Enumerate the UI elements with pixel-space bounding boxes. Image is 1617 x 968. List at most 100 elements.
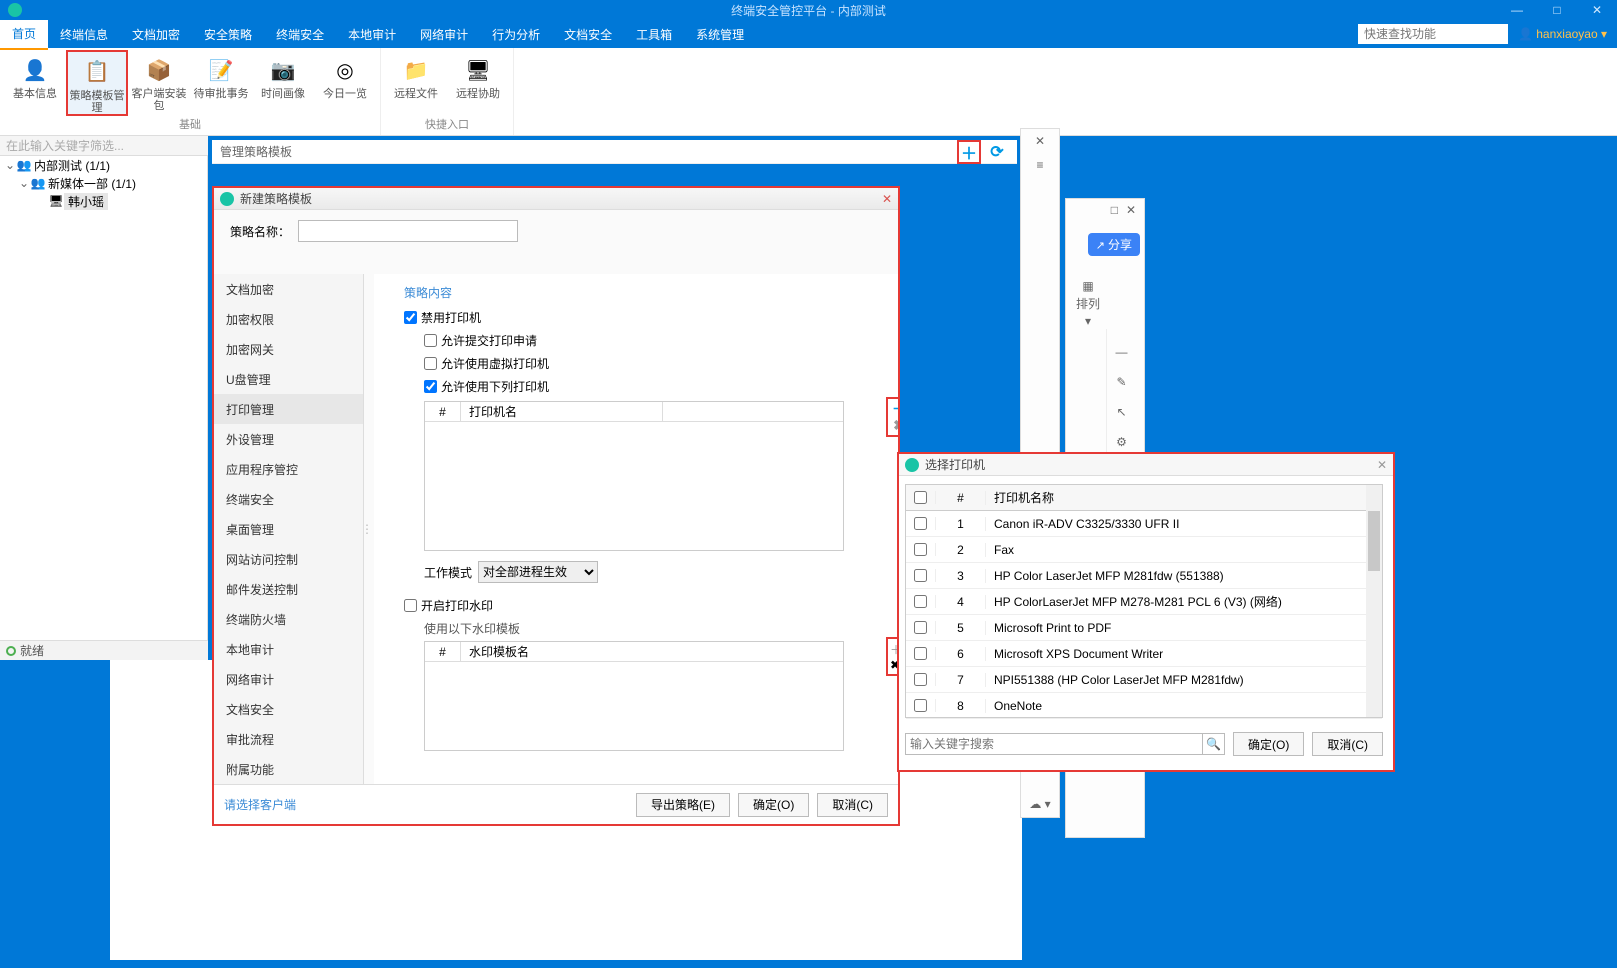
- psel-ok-button[interactable]: 确定(O): [1233, 732, 1304, 756]
- tab-terminal-sec[interactable]: 终端安全: [264, 20, 336, 49]
- sidebar-item-doc-encrypt[interactable]: 文档加密: [214, 274, 363, 304]
- chk-allow-virtual[interactable]: 允许使用虚拟打印机: [424, 355, 882, 372]
- search-icon[interactable]: 🔍: [1203, 733, 1225, 755]
- psel-cancel-button[interactable]: 取消(C): [1312, 732, 1383, 756]
- side-restore-icon[interactable]: □: [1111, 203, 1118, 217]
- psel-row[interactable]: 1Canon iR-ADV C3325/3330 UFR II: [906, 511, 1382, 537]
- psel-row-num: 1: [936, 517, 986, 531]
- psel-row-checkbox[interactable]: [914, 699, 927, 712]
- refresh-button[interactable]: ⟳: [985, 140, 1009, 164]
- expand-icon[interactable]: ⌄: [4, 158, 16, 172]
- psel-row-checkbox[interactable]: [914, 673, 927, 686]
- ribbon-basic-info[interactable]: 👤基本信息: [4, 50, 66, 116]
- tab-doc-sec[interactable]: 文档安全: [552, 20, 624, 49]
- close-button[interactable]: ✕: [1577, 0, 1617, 20]
- remove-printer-button[interactable]: ✖: [890, 417, 898, 433]
- sidebar-item-addon[interactable]: 附属功能: [214, 754, 363, 784]
- sidebar-item-app-control[interactable]: 应用程序管控: [214, 454, 363, 484]
- psel-select-all[interactable]: [914, 491, 927, 504]
- sidebar-item-usb[interactable]: U盘管理: [214, 364, 363, 394]
- ribbon-time-portrait[interactable]: 📷时间画像: [252, 50, 314, 116]
- tab-sys-mgmt[interactable]: 系统管理: [684, 20, 756, 49]
- export-policy-button[interactable]: 导出策略(E): [636, 793, 730, 817]
- tree-filter-placeholder[interactable]: 在此输入关键字筛选...: [6, 137, 124, 154]
- sidebar-item-peripheral[interactable]: 外设管理: [214, 424, 363, 454]
- dialog-app-icon: [905, 458, 919, 472]
- psel-row[interactable]: 4HP ColorLaserJet MFP M278-M281 PCL 6 (V…: [906, 589, 1382, 615]
- ribbon-policy-template[interactable]: 📋策略模板管理: [66, 50, 128, 116]
- tree-child[interactable]: ⌄ 👥 新媒体一部 (1/1): [0, 174, 207, 192]
- tree-leaf[interactable]: 🖥 韩小瑶: [0, 192, 207, 210]
- maximize-button[interactable]: □: [1537, 0, 1577, 20]
- chk-allow-list[interactable]: 允许使用下列打印机: [424, 378, 882, 395]
- side-close-icon[interactable]: ✕: [1021, 129, 1059, 153]
- psel-search-input[interactable]: [905, 733, 1203, 755]
- psel-row[interactable]: 5Microsoft Print to PDF: [906, 615, 1382, 641]
- chk-disable-printer[interactable]: 禁用打印机: [404, 309, 882, 326]
- sidebar-item-firewall[interactable]: 终端防火墙: [214, 604, 363, 634]
- minimize-button[interactable]: —: [1497, 0, 1537, 20]
- tab-terminal-info[interactable]: 终端信息: [48, 20, 120, 49]
- watermark-table: # 水印模板名: [424, 641, 844, 751]
- ribbon-client-package[interactable]: 📦客户端安装包: [128, 50, 190, 116]
- dialog-close-icon[interactable]: ✕: [882, 192, 892, 206]
- tab-behavior[interactable]: 行为分析: [480, 20, 552, 49]
- psel-row[interactable]: 2Fax: [906, 537, 1382, 563]
- psel-row[interactable]: 3HP Color LaserJet MFP M281fdw (551388): [906, 563, 1382, 589]
- psel-row-num: 5: [936, 621, 986, 635]
- sidebar-item-encrypt-perm[interactable]: 加密权限: [214, 304, 363, 334]
- sidebar-item-terminal-sec[interactable]: 终端安全: [214, 484, 363, 514]
- psel-row-checkbox[interactable]: [914, 543, 927, 556]
- sidebar-item-encrypt-gateway[interactable]: 加密网关: [214, 334, 363, 364]
- side-menu-icon[interactable]: ≡: [1021, 153, 1059, 177]
- psel-row-checkbox[interactable]: [914, 647, 927, 660]
- splitter-handle[interactable]: ⋮: [364, 274, 370, 784]
- add-policy-button[interactable]: ＋: [957, 140, 981, 164]
- chk-allow-submit[interactable]: 允许提交打印申请: [424, 332, 882, 349]
- psel-row[interactable]: 6Microsoft XPS Document Writer: [906, 641, 1382, 667]
- psel-row-checkbox[interactable]: [914, 517, 927, 530]
- sidebar-item-approval[interactable]: 审批流程: [214, 724, 363, 754]
- chk-watermark[interactable]: 开启打印水印: [404, 597, 882, 614]
- pencil-icon[interactable]: ✎: [1107, 367, 1136, 397]
- ribbon-pending-approval[interactable]: 📝待审批事务: [190, 50, 252, 116]
- side-close-icon[interactable]: ✕: [1126, 203, 1136, 217]
- sidebar-item-local-audit[interactable]: 本地审计: [214, 634, 363, 664]
- cancel-button[interactable]: 取消(C): [817, 793, 888, 817]
- user-menu[interactable]: hanxiaoyao ▾: [1518, 27, 1607, 41]
- minus-icon[interactable]: —: [1107, 337, 1136, 367]
- arrange-button[interactable]: ▦排列 ▾: [1076, 279, 1100, 328]
- sidebar-item-desktop[interactable]: 桌面管理: [214, 514, 363, 544]
- tab-local-audit[interactable]: 本地审计: [336, 20, 408, 49]
- workmode-select[interactable]: 对全部进程生效: [478, 561, 598, 583]
- ribbon-today[interactable]: ◎今日一览: [314, 50, 376, 116]
- ribbon-remote-assist[interactable]: 🖥远程协助: [447, 50, 509, 116]
- ribbon-remote-file[interactable]: 📁远程文件: [385, 50, 447, 116]
- ok-button[interactable]: 确定(O): [738, 793, 809, 817]
- tree-root[interactable]: ⌄ 👥 内部测试 (1/1): [0, 156, 207, 174]
- quick-search-input[interactable]: [1358, 24, 1508, 44]
- tab-network-audit[interactable]: 网络审计: [408, 20, 480, 49]
- tab-doc-encrypt[interactable]: 文档加密: [120, 20, 192, 49]
- sidebar-item-mail-control[interactable]: 邮件发送控制: [214, 574, 363, 604]
- tab-home[interactable]: 首页: [0, 19, 48, 50]
- psel-row[interactable]: 7NPI551388 (HP Color LaserJet MFP M281fd…: [906, 667, 1382, 693]
- cursor-icon[interactable]: ↖: [1107, 397, 1136, 427]
- psel-close-icon[interactable]: ✕: [1377, 458, 1387, 472]
- tab-toolbox[interactable]: 工具箱: [624, 20, 684, 49]
- tab-sec-policy[interactable]: 安全策略: [192, 20, 264, 49]
- footer-hint[interactable]: 请选择客户端: [224, 796, 296, 813]
- sidebar-item-print[interactable]: 打印管理: [214, 394, 363, 424]
- psel-row-checkbox[interactable]: [914, 569, 927, 582]
- psel-row[interactable]: 8OneNote: [906, 693, 1382, 719]
- cloud-dropdown[interactable]: ☁ ▾: [1021, 797, 1059, 811]
- psel-scrollbar[interactable]: [1366, 485, 1382, 717]
- psel-row-checkbox[interactable]: [914, 621, 927, 634]
- add-printer-button[interactable]: ＋: [890, 401, 898, 417]
- sidebar-item-doc-sec[interactable]: 文档安全: [214, 694, 363, 724]
- share-button[interactable]: ↗ 分享: [1088, 233, 1140, 256]
- sidebar-item-web-control[interactable]: 网站访问控制: [214, 544, 363, 574]
- psel-row-checkbox[interactable]: [914, 595, 927, 608]
- sidebar-item-network-audit[interactable]: 网络审计: [214, 664, 363, 694]
- expand-icon[interactable]: ⌄: [18, 176, 30, 190]
